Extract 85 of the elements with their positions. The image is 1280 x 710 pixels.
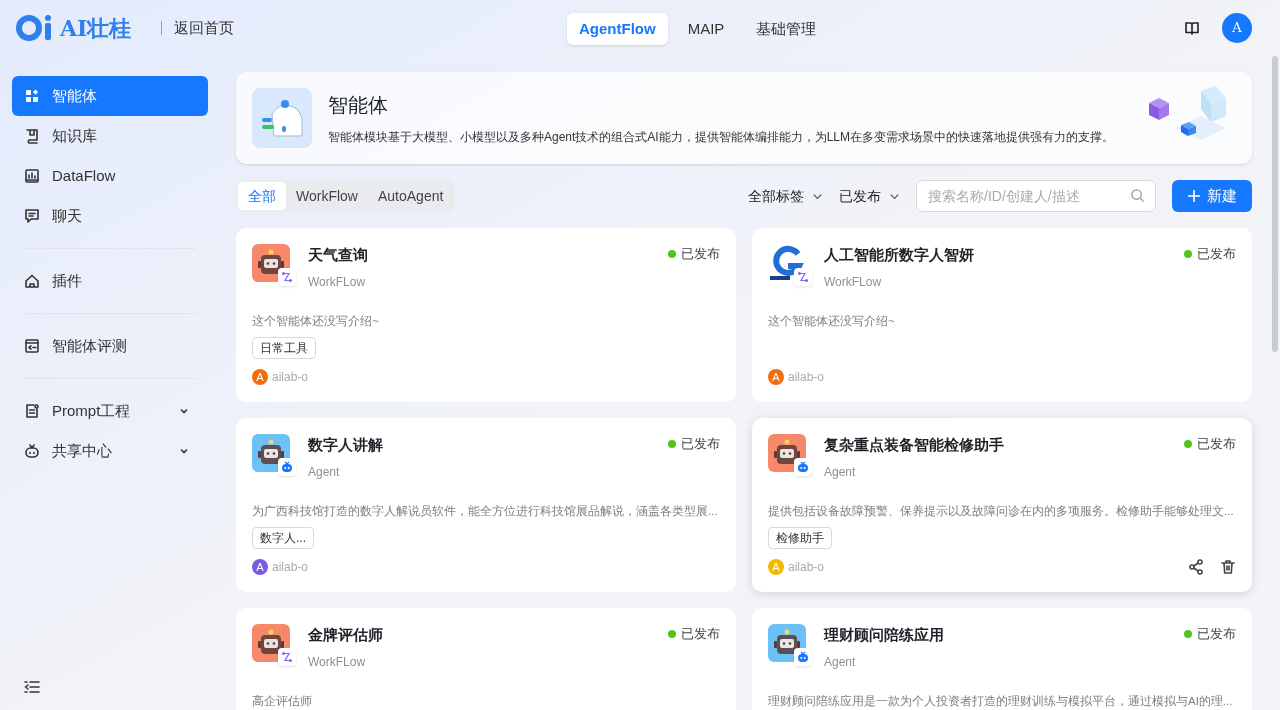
back-link[interactable]: 返回首页 — [174, 16, 235, 40]
status-label: 已发布 — [1184, 244, 1236, 264]
chat-icon — [24, 208, 40, 224]
share-icon[interactable] — [1188, 559, 1204, 575]
filter-tab[interactable]: 全部 — [238, 182, 286, 210]
sidebar-item[interactable]: 智能体 — [12, 76, 208, 116]
sidebar-item[interactable]: 聊天 — [12, 196, 208, 236]
robot-icon — [24, 443, 40, 459]
apps-icon — [24, 88, 40, 104]
card-title: 复杂重点装备智能检修助手 — [824, 435, 1005, 455]
card-title: 理财顾问陪练应用 — [824, 625, 945, 645]
card-title: 人工智能所数字人智妍 — [824, 245, 975, 265]
bar-chart-icon — [24, 168, 40, 184]
status-label: 已发布 — [668, 624, 720, 644]
plus-icon — [1187, 189, 1201, 203]
book-icon[interactable] — [1184, 20, 1200, 36]
agent-card[interactable]: 天气查询 WorkFLow 已发布 这个智能体还没写介绍~ 日常工具 A ailab-o — [236, 228, 736, 402]
card-type: Agent — [824, 463, 857, 481]
card-description: 提供包括设备故障预警、保养提示以及故障问诊在内的多项服务。检修助手能够处理文... — [768, 503, 1234, 519]
card-description: 高企评估师 — [252, 693, 312, 709]
sidebar-item[interactable]: DataFlow — [12, 156, 208, 196]
workflow-badge-icon — [278, 648, 296, 666]
filter-dropdown[interactable]: 全部标签 — [748, 185, 823, 207]
sidebar-item[interactable]: 知识库 — [12, 116, 208, 156]
sidebar-item[interactable]: Prompt工程 — [12, 391, 208, 431]
status-label: 已发布 — [668, 244, 720, 264]
status-label: 已发布 — [668, 434, 720, 454]
card-type: Agent — [824, 653, 857, 671]
agent-card[interactable]: 人工智能所数字人智妍 WorkFLow 已发布 这个智能体还没写介绍~ A ailab-o — [752, 228, 1252, 402]
agent-card[interactable]: 复杂重点装备智能检修助手 Agent 已发布 提供包括设备故障预警、保养提示以及故障问诊在内的多项服务。检修助手能够处理文... 检修助手 A ailab-o — [752, 418, 1252, 592]
search-icon — [1130, 188, 1145, 203]
document-icon — [24, 403, 40, 419]
card-title: 天气查询 — [308, 245, 369, 265]
card-description: 这个智能体还没写介绍~ — [252, 313, 379, 329]
robot-badge-icon — [794, 458, 812, 476]
tag: 数字人... — [252, 526, 314, 549]
card-title: 金牌评估师 — [308, 625, 384, 645]
nav-tab[interactable]: 基础管理 — [744, 13, 829, 45]
nav-tab[interactable]: MAIP — [675, 13, 737, 45]
robot-badge-icon — [794, 648, 812, 666]
filter-dropdown[interactable]: 已发布 — [839, 185, 900, 207]
author-name: ailab-o — [272, 369, 309, 386]
tag: 检修助手 — [768, 526, 832, 549]
sidebar-item[interactable]: 插件 — [12, 261, 208, 301]
author-avatar: A — [768, 369, 784, 385]
card-description: 这个智能体还没写介绍~ — [768, 313, 895, 329]
author-avatar: A — [252, 369, 268, 385]
logo-icon — [16, 14, 54, 42]
new-button[interactable]: 新建 — [1172, 180, 1252, 212]
card-type: WorkFLow — [308, 273, 367, 291]
author-avatar: A — [252, 559, 268, 575]
search-field[interactable]: 搜索名称/ID/创建人/描述 — [916, 180, 1156, 212]
logo-text: AI壮桂 — [60, 13, 132, 43]
status-label: 已发布 — [1184, 624, 1236, 644]
sidebar-item[interactable]: 智能体评测 — [12, 326, 208, 366]
agent-card[interactable]: 金牌评估师 WorkFLow 已发布 高企评估师 — [236, 608, 736, 710]
card-type: Agent — [308, 463, 341, 481]
workflow-badge-icon — [278, 268, 296, 286]
robot-badge-icon — [278, 458, 296, 476]
card-title: 数字人讲解 — [308, 435, 384, 455]
code-window-icon — [24, 338, 40, 354]
agent-card[interactable]: 理财顾问陪练应用 Agent 已发布 理财顾问陪练应用是一款为个人投资者打造的理财训练与模拟平台，通过模拟与AI的理... — [752, 608, 1252, 710]
card-description: 理财顾问陪练应用是一款为个人投资者打造的理财训练与模拟平台，通过模拟与AI的理... — [768, 693, 1233, 709]
card-description: 为广西科技馆打造的数字人解说员软件，能全方位进行科技馆展品解说，涵盖各类型展... — [252, 503, 718, 519]
agent-card[interactable]: 数字人讲解 Agent 已发布 为广西科技馆打造的数字人解说员软件，能全方位进行科技馆展品解说，涵盖各类型展... 数字人... A ailab-o — [236, 418, 736, 592]
filter-tab[interactable]: AutoAgent — [367, 182, 454, 210]
scrollbar-thumb[interactable] — [1272, 56, 1278, 352]
agent-illustration-icon — [252, 88, 312, 148]
workflow-badge-icon — [794, 268, 812, 286]
author-name: ailab-o — [788, 559, 825, 576]
nav-tab[interactable]: AgentFlow — [567, 13, 668, 45]
card-type: WorkFLow — [824, 273, 883, 291]
book-icon — [24, 128, 40, 144]
user-avatar[interactable]: A — [1222, 13, 1252, 43]
tag: 日常工具 — [252, 336, 316, 359]
banner-description: 智能体模块基于大模型、小模型以及多种Agent技术的组合式AI能力，提供智能体编排能力，为LLM在多变需求场景中的快速落地提供强有力的支撑。 — [328, 129, 1115, 146]
card-type: WorkFLow — [308, 653, 367, 671]
delete-icon[interactable] — [1220, 559, 1236, 575]
author-name: ailab-o — [788, 369, 825, 386]
sidebar-item[interactable]: 共享中心 — [12, 431, 208, 471]
banner-title: 智能体 — [328, 93, 389, 118]
author-name: ailab-o — [272, 559, 309, 576]
author-avatar: A — [768, 559, 784, 575]
filter-tab[interactable]: WorkFlow — [286, 182, 368, 210]
status-label: 已发布 — [1184, 434, 1236, 454]
